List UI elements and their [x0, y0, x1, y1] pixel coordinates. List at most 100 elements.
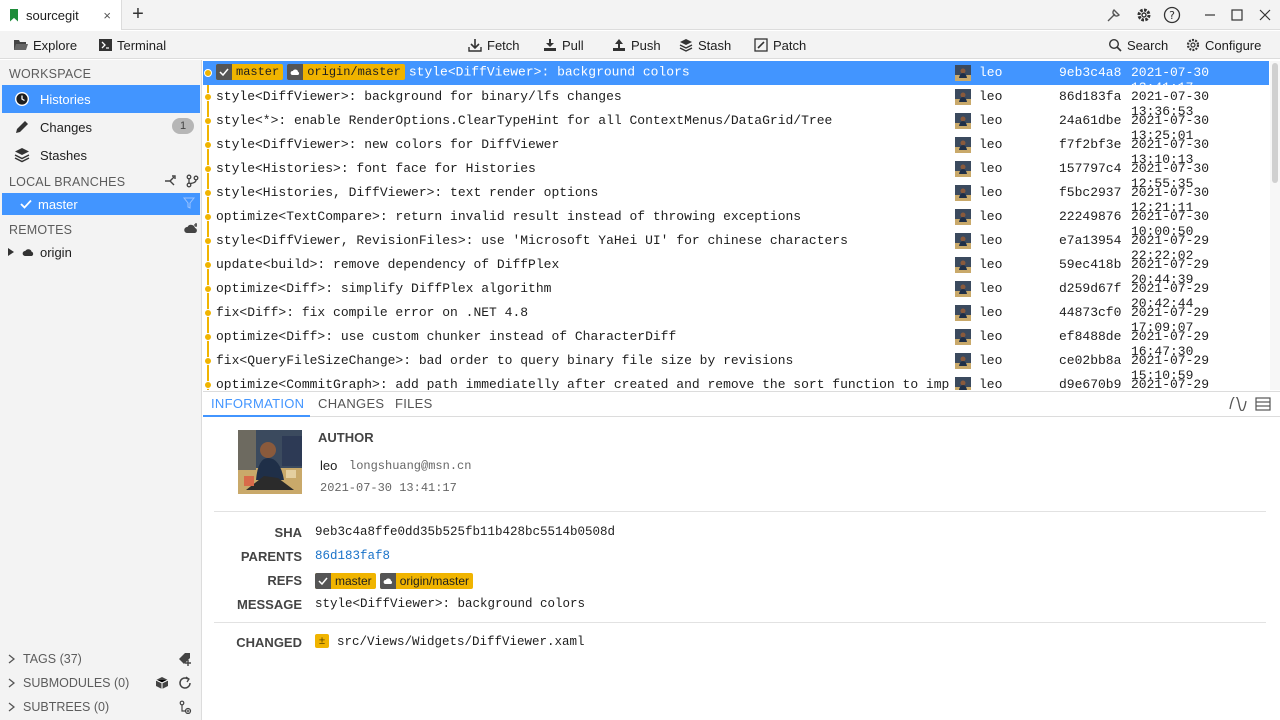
tab-information[interactable]: INFORMATION [211, 396, 304, 411]
commit-subject: optimize<Diff>: use custom chunker inste… [216, 329, 677, 344]
commit-row[interactable]: style<*>: enable RenderOptions.ClearType… [203, 109, 1269, 143]
commit-list[interactable]: master origin/master style<DiffViewer>: ba… [203, 61, 1269, 390]
commit-row[interactable]: update<build>: remove dependency of Diff… [203, 253, 1269, 287]
commit-sha: f7f2bf3e [1059, 137, 1122, 152]
scrollbar-thumb[interactable] [1272, 63, 1278, 183]
patch-button[interactable]: Patch [754, 35, 806, 55]
new-branch-icon[interactable] [185, 174, 199, 188]
commit-graph-node [204, 261, 212, 269]
tab-changes[interactable]: CHANGES [318, 396, 384, 411]
commit-row[interactable]: style<Histories>: font face for Historie… [203, 157, 1269, 191]
pull-label: Pull [562, 37, 584, 53]
author-name: leo [320, 458, 338, 473]
remotes-header: REMOTES [9, 223, 73, 237]
commit-subject: fix<Diff>: fix compile error on .NET 4.8 [216, 305, 529, 320]
add-subtree-icon[interactable] [178, 700, 192, 714]
commit-sha: 44873cf0 [1059, 305, 1122, 320]
expand-arrow-icon[interactable] [8, 248, 18, 256]
commit-row[interactable]: optimize<TextCompare>: return invalid re… [203, 205, 1269, 239]
help-icon[interactable]: ? [1162, 5, 1182, 25]
git-flow-icon[interactable] [163, 174, 177, 188]
parent-link[interactable]: 86d183faf8 [315, 549, 390, 563]
repo-tab[interactable]: sourcegit × [0, 0, 122, 30]
message-label: MESSAGE [236, 597, 302, 612]
author-avatar-small [955, 113, 971, 129]
author-avatar-small [955, 257, 971, 273]
commit-message: fix<Diff>: fix compile error on .NET 4.8 [216, 305, 951, 320]
configure-button[interactable]: Configure [1186, 35, 1261, 55]
commit-row[interactable]: fix<QueryFileSizeChange>: bad order to q… [203, 349, 1269, 383]
push-button[interactable]: Push [612, 35, 661, 55]
commit-row[interactable]: fix<Diff>: fix compile error on .NET 4.8… [203, 301, 1269, 335]
commit-message: master origin/master style<DiffViewer>: ba… [216, 64, 951, 80]
commit-row[interactable]: master origin/master style<DiffViewer>: ba… [203, 61, 1269, 95]
maximize-icon[interactable] [1227, 5, 1247, 25]
commit-graph-node [204, 357, 212, 365]
terminal-icon [98, 38, 112, 52]
close-tab-icon[interactable]: × [103, 8, 111, 23]
tag-label: origin/master [399, 573, 470, 588]
gear-icon[interactable] [1134, 5, 1154, 25]
tag-label: origin/master [307, 65, 401, 79]
new-tab-button[interactable]: + [128, 4, 148, 26]
expand-arrow-icon[interactable] [8, 678, 18, 688]
svg-text:?: ? [1169, 9, 1175, 22]
configure-label: Configure [1205, 37, 1262, 53]
add-remote-cloud-icon[interactable] [183, 222, 197, 236]
pull-button[interactable]: Pull [543, 35, 584, 55]
commit-author: leo [979, 185, 1003, 200]
sidebar-item-histories[interactable]: Histories [2, 85, 200, 113]
commit-message: style<DiffViewer, RevisionFiles>: use 'M… [216, 233, 951, 248]
commit-row[interactable]: style<DiffViewer>: new colors for DiffVi… [203, 133, 1269, 167]
commit-subject: optimize<Diff>: simplify DiffPlex algori… [216, 281, 552, 296]
tags-header: TAGS (37) [23, 652, 82, 666]
modified-file-icon: ± [315, 634, 329, 648]
terminal-button[interactable]: Terminal [98, 35, 166, 55]
sidebar-item-changes[interactable]: Changes 1 [2, 113, 200, 141]
gear-icon [1186, 38, 1200, 52]
author-avatar-small [955, 89, 971, 105]
commit-row[interactable]: style<DiffViewer>: background for binary… [203, 85, 1269, 119]
author-time: 2021-07-30 13:41:17 [320, 481, 457, 495]
commit-author: leo [979, 281, 1003, 296]
expand-arrow-icon[interactable] [8, 654, 18, 664]
author-avatar [238, 430, 302, 494]
window-close-icon[interactable] [1255, 5, 1275, 25]
commit-message: style<Histories, DiffViewer>: text rende… [216, 185, 951, 200]
subtrees-section[interactable]: SUBTREES (0) [2, 696, 200, 718]
author-avatar-small [955, 65, 971, 81]
filter-icon[interactable] [182, 197, 196, 212]
commit-row[interactable]: optimize<CommitGraph>: add path immediat… [203, 373, 1269, 390]
wrench-icon[interactable] [1104, 5, 1124, 25]
add-tag-icon[interactable] [178, 652, 192, 666]
cloud-icon [379, 572, 396, 589]
expand-arrow-icon[interactable] [8, 702, 18, 712]
submodules-section[interactable]: SUBMODULES (0) [2, 672, 200, 694]
commit-row[interactable]: style<DiffViewer, RevisionFiles>: use 'M… [203, 229, 1269, 263]
add-submodule-icon[interactable] [155, 676, 169, 690]
remote-branch-tag: origin/master [287, 64, 405, 80]
remote-item-origin[interactable]: origin [2, 241, 200, 263]
stash-label: Stash [698, 37, 732, 53]
commit-row[interactable]: style<Histories, DiffViewer>: text rende… [203, 181, 1269, 215]
layout-icon[interactable] [1255, 397, 1271, 414]
commit-subject: optimize<CommitGraph>: add path immediat… [216, 377, 951, 390]
commit-message: optimize<Diff>: use custom chunker inste… [216, 329, 951, 344]
refresh-icon[interactable] [178, 676, 192, 690]
commit-row[interactable]: optimize<Diff>: use custom chunker inste… [203, 325, 1269, 359]
stash-button[interactable]: Stash [679, 35, 731, 55]
branch-item-master[interactable]: master [2, 193, 200, 215]
commit-row[interactable]: optimize<Diff>: simplify DiffPlex algori… [203, 277, 1269, 311]
commit-author: leo [979, 329, 1003, 344]
search-button[interactable]: Search [1108, 35, 1168, 55]
changed-file-path[interactable]: src/Views/Widgets/DiffViewer.xaml [337, 635, 585, 649]
tab-files[interactable]: FILES [395, 396, 433, 411]
remote-name: origin [40, 244, 72, 260]
tags-section[interactable]: TAGS (37) [2, 648, 200, 670]
sidebar-item-stashes[interactable]: Stashes [2, 141, 200, 169]
commit-list-scrollbar[interactable] [1270, 61, 1280, 390]
fetch-button[interactable]: Fetch [468, 35, 520, 55]
minimize-icon[interactable] [1200, 5, 1220, 25]
explore-button[interactable]: Explore [14, 35, 77, 55]
wave-icon[interactable] [1229, 395, 1247, 414]
